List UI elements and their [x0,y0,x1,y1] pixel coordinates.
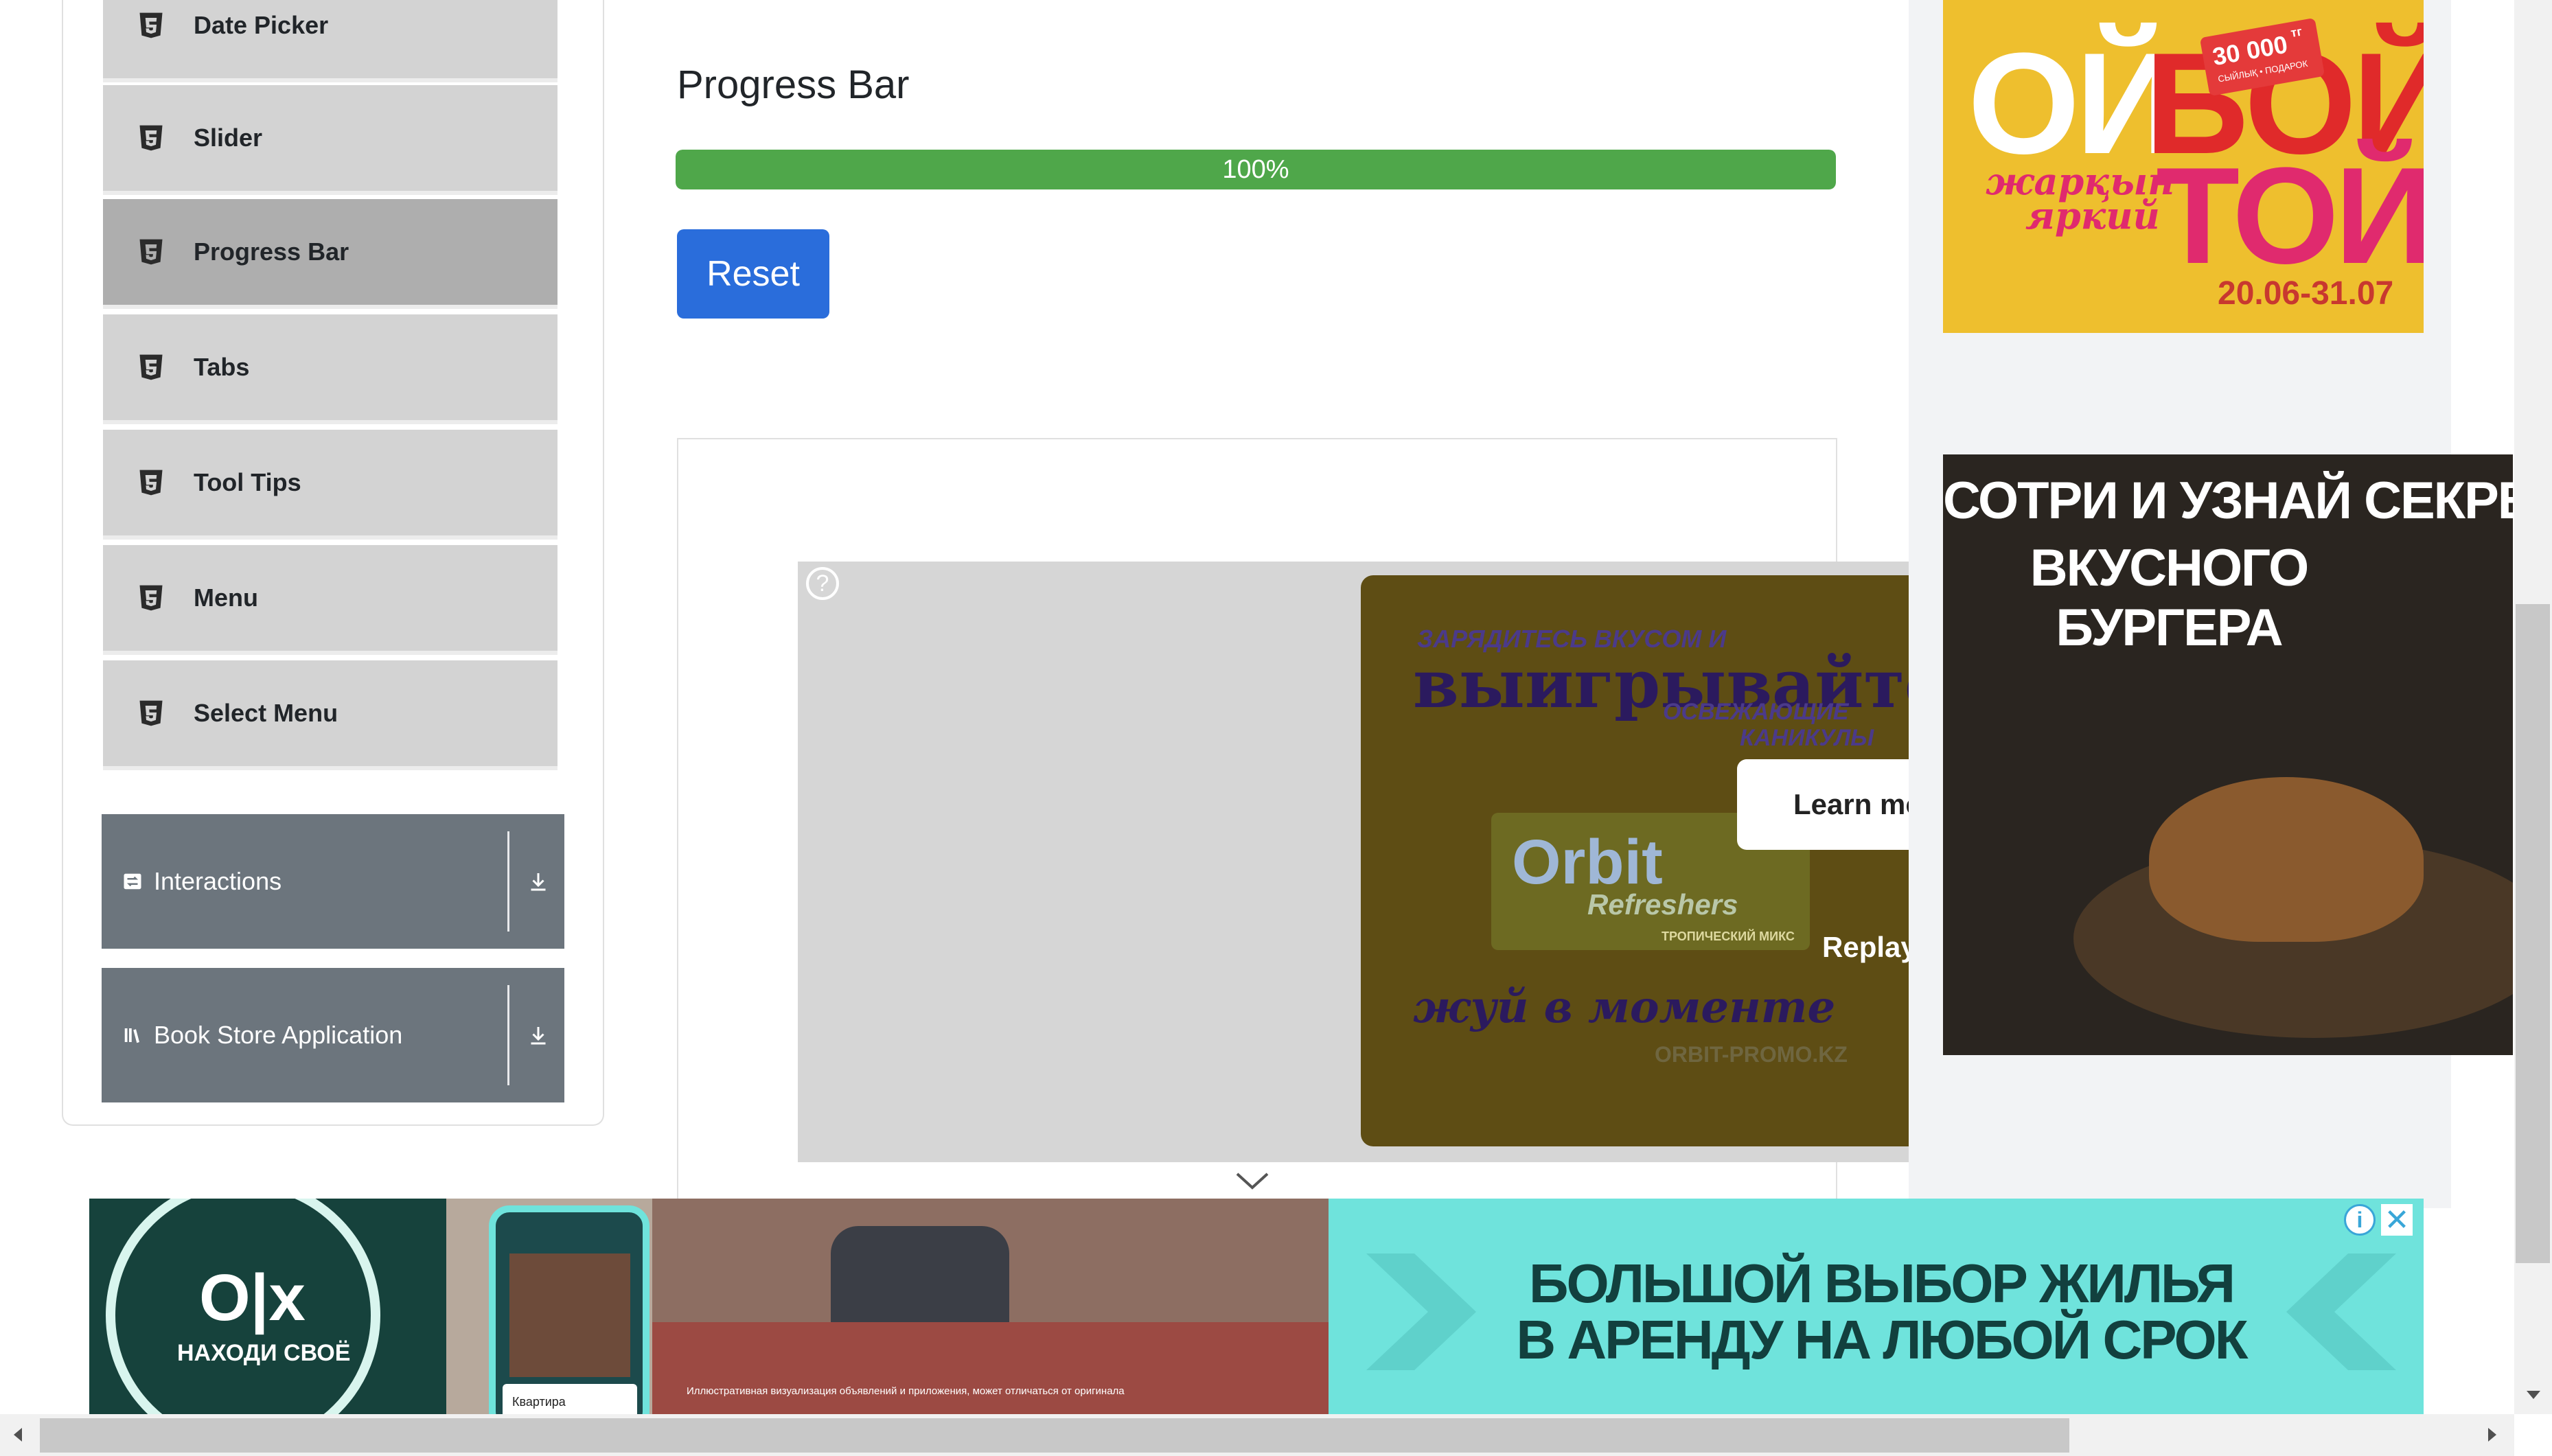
wedding-dates: 20.06-31.07 [2218,275,2394,312]
ad-info-icon[interactable]: i [2344,1204,2376,1236]
orbit-line4: КАНИКУЛЫ [1740,725,1874,751]
sidebar-item-label: Date Picker [194,11,329,39]
group-label: Book Store Application [154,1021,403,1049]
wedding-ad[interactable]: ОЙ БОЙ ТОЙ 30 000 тг СЫЙЛЫҚ • ПОДАРОК жа… [1943,0,2424,333]
horizontal-scroll-thumb[interactable] [40,1418,2069,1453]
olx-slogan: НАХОДИ СВОЁ [177,1340,351,1366]
download-icon [531,1027,546,1045]
sidebar-item-slider[interactable]: Slider [103,85,557,195]
sidebar-item-date-picker[interactable]: Date Picker [103,0,557,82]
html5-icon [139,239,163,265]
download-icon [531,873,546,891]
olx-headline1: БОЛЬШОЙ ВЫБОР ЖИЛЬЯ [1528,1253,2235,1314]
divider [507,985,509,1085]
progress-fill: 100% [676,150,1836,189]
card-line1: Квартира [512,1395,566,1409]
orbit-slogan: жуй в моменте [1413,982,1836,1033]
sidebar-item-tool-tips[interactable]: Tool Tips [103,430,557,540]
scroll-right-arrow-icon[interactable] [2484,1425,2501,1444]
sidebar-item-label: Progress Bar [194,238,349,266]
orbit-line3: ОСВЕЖАЮЩИЕ [1663,699,1849,725]
burger-line2: ВКУСНОГО БУРГЕРА [2030,539,2310,657]
learn-more-button[interactable]: Learn more [1737,759,1916,850]
html5-icon [139,470,163,496]
interactions-icon [124,873,141,890]
orbit-sub: Refreshers [1587,888,1738,921]
olx-headline2: В АРЕНДУ НА ЛЮБОЙ СРОК [1516,1309,2248,1370]
orbit-flavor: ТРОПИЧЕСКИЙ МИКС [1662,929,1795,943]
sidebar-item-label: Slider [194,124,263,152]
phone-photo [509,1253,630,1377]
progress-label: 100% [1222,154,1289,184]
html5-icon [139,585,163,611]
burger-image [2149,777,2424,942]
sidebar-item-label: Tabs [194,353,250,381]
arrow-left-decoration [1366,1253,1476,1370]
olx-logo: O|x [199,1261,306,1334]
sidebar-item-select-menu[interactable]: Select Menu [103,660,557,770]
html5-icon [139,125,163,151]
ad-close-icon[interactable]: ✕ [2381,1203,2413,1237]
orbit-site: ORBIT-PROMO.KZ [1655,1042,1848,1067]
sidebar-item-menu[interactable]: Menu [103,545,557,655]
burger-line1: СОТРИ И УЗНАЙ СЕКРЕТ [1943,472,2513,530]
reset-button[interactable]: Reset [677,229,829,319]
orbit-ad[interactable]: ЗАРЯДИТЕСЬ ВКУСОМ И выигрывайте ОСВЕЖАЮЩ… [1361,575,1910,1146]
olx-disclaimer: Иллюстративная визуализация объявлений и… [687,1385,1125,1397]
sidebar-item-label: Select Menu [194,699,338,727]
wedding-word3: ТОЙ [2156,139,2424,292]
scroll-left-arrow-icon[interactable] [10,1425,26,1444]
sidebar-item-tabs[interactable]: Tabs [103,314,557,424]
sidebar-item-progress-bar[interactable]: Progress Bar [103,199,557,309]
group-book-store[interactable]: Book Store Application [102,968,564,1102]
prize-unit: тг [2289,24,2303,41]
phone-card: Квартира для студентов [503,1384,637,1415]
scroll-down-arrow-icon[interactable] [2524,1387,2543,1403]
vertical-scroll-thumb[interactable] [2516,604,2550,1263]
group-interactions[interactable]: Interactions [102,814,564,949]
page-title: Progress Bar [677,62,910,107]
html5-icon [139,354,163,380]
arrow-right-decoration [2286,1253,2396,1370]
sidebar-item-label: Tool Tips [194,468,301,496]
wedding-ru: яркий [2025,194,2160,238]
progress-bar: 100% [676,150,1836,189]
sidebar-item-label: Menu [194,583,258,612]
chevron-down-icon[interactable] [1233,1170,1272,1192]
html5-icon [139,12,163,38]
group-label: Interactions [154,867,282,895]
olx-logo-panel: O|x НАХОДИ СВОЁ [89,1199,446,1415]
replay-button[interactable]: Replay [1822,931,1917,964]
phone-mockup: Квартира для студентов [489,1205,650,1415]
divider [507,831,509,932]
book-store-icon [124,1028,139,1043]
html5-icon [139,700,163,726]
sofa [652,1322,1329,1415]
help-icon[interactable]: ? [806,567,839,600]
olx-banner[interactable]: O|x НАХОДИ СВОЁ Иллюстративная визуализа… [89,1199,2424,1415]
burger-ad[interactable]: СОТРИ И УЗНАЙ СЕКРЕТ ВКУСНОГО БУРГЕРА [1943,454,2513,1055]
